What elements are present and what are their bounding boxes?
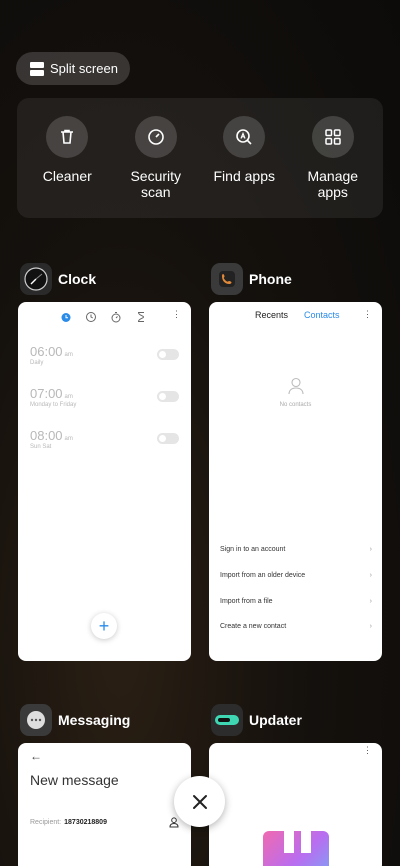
list-item[interactable]: Import from a file › — [220, 598, 372, 605]
chevron-right-icon: › — [369, 546, 372, 553]
clock-card[interactable]: ⋮ 06:00 am Daily 07:00 am Monday to Friday… — [18, 302, 191, 661]
phone-title: Phone — [249, 271, 292, 287]
miui-logo-image — [263, 831, 329, 866]
alarm-ampm: am — [64, 394, 73, 400]
updater-more-icon[interactable]: ⋮ — [363, 745, 372, 756]
updater-header: Updater — [211, 704, 302, 736]
chevron-right-icon: › — [369, 598, 372, 605]
alarm-time: 06:00 — [30, 344, 63, 359]
clock-title: Clock — [58, 271, 97, 287]
updater-title: Updater — [249, 712, 302, 728]
clock-tab-bar — [60, 310, 147, 323]
phone-app-icon — [211, 263, 243, 295]
manage-apps-button[interactable]: Manage apps — [293, 98, 373, 218]
cleaner-button[interactable]: Cleaner — [27, 98, 107, 218]
close-icon — [192, 794, 207, 809]
list-item[interactable]: Sign in to an account › — [220, 546, 372, 553]
messaging-title: Messaging — [58, 712, 131, 728]
alarm-item[interactable]: 06:00 am Daily — [30, 344, 73, 366]
recipient-label: Recipient: — [30, 819, 62, 826]
clock-app-icon — [20, 263, 52, 295]
split-screen-icon — [30, 61, 44, 76]
world-clock-icon[interactable] — [85, 310, 97, 322]
back-arrow-icon[interactable]: ← — [30, 749, 42, 763]
tab-contacts[interactable]: Contacts — [304, 310, 340, 320]
alarm-item[interactable]: 08:00 am Sun Sat — [30, 428, 73, 450]
option-label: Create a new contact — [220, 623, 287, 630]
quick-actions-panel: Cleaner Security scan Find apps Manage a… — [17, 98, 383, 218]
empty-state: No contacts — [209, 377, 382, 408]
new-message-heading: New message — [30, 772, 119, 788]
timer-icon[interactable] — [135, 310, 147, 322]
option-label: Import from an older device — [220, 572, 306, 579]
security-scan-icon — [134, 116, 177, 158]
security-scan-label: Security scan — [130, 168, 182, 200]
plus-icon: + — [98, 616, 110, 636]
split-screen-button[interactable]: Split screen — [16, 52, 130, 85]
security-scan-button[interactable]: Security scan — [116, 98, 196, 218]
phone-card[interactable]: Recents Contacts ⋮ No contacts Sign in t… — [209, 302, 382, 661]
chevron-right-icon: › — [369, 623, 372, 630]
clock-header: Clock — [20, 263, 96, 295]
phone-more-icon[interactable]: ⋮ — [363, 309, 372, 320]
alarm-toggle[interactable] — [157, 391, 179, 402]
find-apps-label: Find apps — [213, 168, 275, 184]
trash-icon — [46, 116, 89, 158]
cleaner-label: Cleaner — [42, 168, 92, 184]
stopwatch-icon[interactable] — [110, 310, 122, 323]
alarm-ampm: am — [64, 436, 73, 442]
alarm-ampm: am — [64, 352, 73, 358]
alarm-time: 07:00 — [30, 386, 63, 401]
alarm-toggle[interactable] — [157, 433, 179, 444]
manage-apps-label: Manage apps — [307, 168, 359, 200]
list-item[interactable]: Create a new contact › — [220, 623, 372, 630]
alarm-toggle[interactable] — [157, 349, 179, 360]
contact-picker-icon[interactable] — [169, 817, 179, 828]
messaging-card[interactable]: ← New message Recipient: 18730218809 — [18, 743, 191, 866]
find-apps-icon — [223, 116, 266, 158]
option-label: Import from a file — [220, 598, 273, 605]
phone-header: Phone — [211, 263, 292, 295]
alarm-icon[interactable] — [60, 310, 72, 322]
grid-icon — [311, 116, 354, 158]
updater-app-icon — [211, 704, 243, 736]
find-apps-button[interactable]: Find apps — [204, 98, 284, 218]
empty-state-text: No contacts — [279, 402, 312, 408]
option-label: Sign in to an account — [220, 546, 286, 553]
tab-recents[interactable]: Recents — [255, 310, 288, 320]
chevron-right-icon: › — [369, 572, 372, 579]
recipient-value: 18730218809 — [64, 819, 107, 826]
clock-more-icon[interactable]: ⋮ — [172, 309, 181, 320]
messaging-app-icon — [20, 704, 52, 736]
add-alarm-button[interactable]: + — [91, 613, 117, 639]
alarm-repeat: Monday to Friday — [30, 402, 77, 408]
alarm-repeat: Sun Sat — [30, 444, 52, 450]
alarm-item[interactable]: 07:00 am Monday to Friday — [30, 386, 76, 408]
person-icon — [287, 377, 304, 395]
phone-tab-bar: Recents Contacts — [255, 310, 340, 320]
close-all-button[interactable] — [174, 776, 225, 827]
updater-card[interactable]: ⋮ — [209, 743, 382, 866]
recipient-field[interactable]: Recipient: 18730218809 — [30, 817, 179, 828]
alarm-time: 08:00 — [30, 428, 63, 443]
split-screen-label: Split screen — [50, 61, 118, 76]
messaging-header: Messaging — [20, 704, 130, 736]
list-item[interactable]: Import from an older device › — [220, 572, 372, 579]
alarm-repeat: Daily — [30, 360, 44, 366]
